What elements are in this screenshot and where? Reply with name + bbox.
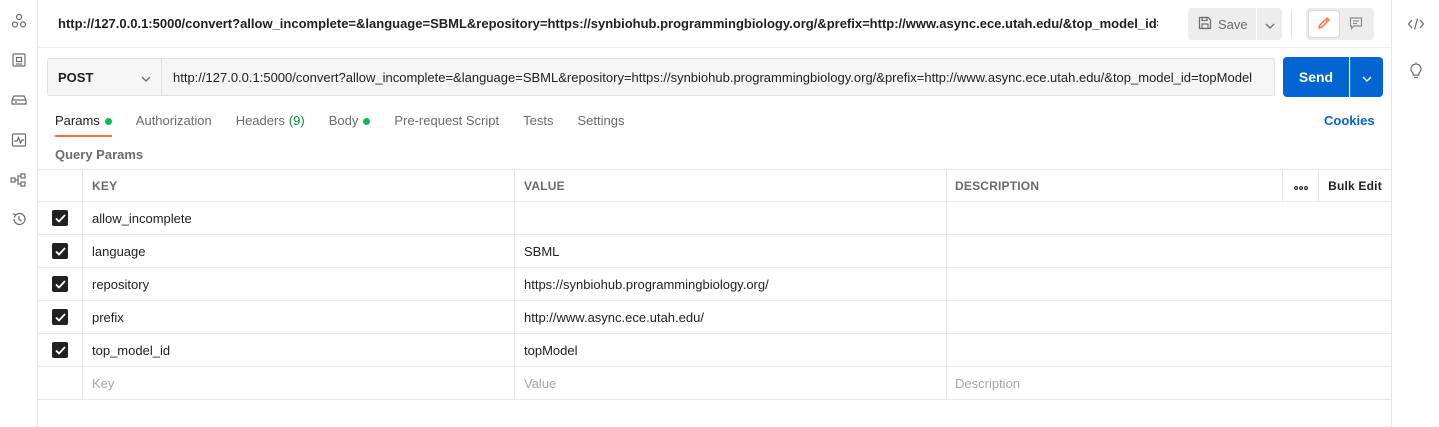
chevron-down-icon [1265,17,1275,32]
save-button[interactable]: Save [1188,8,1256,40]
column-key-header: KEY [83,170,515,201]
row-check-cell [38,367,83,399]
left-sidebar [0,0,38,427]
url-input[interactable]: http://127.0.0.1:5000/convert?allow_inco… [162,58,1275,96]
code-icon[interactable] [1406,14,1426,34]
table-row: top_model_id topModel [38,334,1391,367]
method-select[interactable]: POST [47,58,162,96]
param-value[interactable]: SBML [515,235,947,267]
param-description[interactable] [947,334,1391,366]
param-checkbox[interactable] [52,342,68,358]
column-value-header: VALUE [515,170,947,201]
table-row: language SBML [38,235,1391,268]
comment-icon [1349,16,1363,33]
column-description-header: DESCRIPTION [947,170,1283,201]
tab-authorization[interactable]: Authorization [136,110,212,136]
param-description[interactable] [947,268,1391,300]
tab-params[interactable]: Params [55,110,112,137]
new-param-row: Key Value Description [38,367,1391,400]
tab-settings[interactable]: Settings [577,110,624,136]
param-description[interactable] [947,202,1391,234]
environment-icon[interactable] [10,51,28,69]
param-key[interactable]: top_model_id [83,334,515,366]
param-key[interactable]: repository [83,268,515,300]
apis-icon[interactable] [10,12,28,30]
param-value[interactable]: https://synbiohub.programmingbiology.org… [515,268,947,300]
history-icon[interactable] [10,210,28,228]
table-header-row: KEY VALUE DESCRIPTION Bulk Edit [38,169,1391,202]
param-value[interactable] [515,202,947,234]
tab-label: Params [55,113,100,128]
param-checkbox[interactable] [52,243,68,259]
tab-tests[interactable]: Tests [523,110,553,136]
param-checkbox[interactable] [52,309,68,325]
query-params-title: Query Params [55,147,144,162]
tab-label: Body [328,113,359,128]
tab-label: Tests [523,113,554,128]
tab-label: Headers [235,113,285,128]
view-mode-toggle [1306,8,1374,40]
flows-icon[interactable] [10,171,28,189]
tab-pre-request-script[interactable]: Pre-request Script [394,110,499,136]
status-dot [104,118,112,125]
param-key[interactable]: language [83,235,515,267]
tab-headers[interactable]: Headers (9) [236,110,305,136]
pencil-icon [1317,16,1331,33]
method-label: POST [58,69,94,85]
request-tabs: Params Authorization Headers (9) Body Pr… [55,110,648,138]
save-icon [1198,16,1212,33]
send-button[interactable]: Send [1283,57,1349,97]
chevron-down-icon [1362,70,1372,85]
row-check-cell [38,202,83,234]
more-options-button[interactable] [1283,170,1319,201]
lightbulb-icon[interactable] [1406,61,1426,81]
row-check-cell [38,235,83,267]
bulk-edit-button[interactable]: Bulk Edit [1319,170,1391,201]
new-description-input[interactable]: Description [947,367,1391,399]
request-title[interactable]: http://127.0.0.1:5000/convert?allow_inco… [58,16,1158,31]
param-description[interactable] [947,235,1391,267]
new-value-input[interactable]: Value [515,367,947,399]
tab-label: Authorization [135,113,212,128]
param-checkbox[interactable] [52,276,68,292]
edit-mode-button[interactable] [1309,11,1339,37]
mock-server-icon[interactable] [10,91,28,109]
ellipsis-icon [1293,179,1308,193]
table-row: allow_incomplete [38,202,1391,235]
status-dot [363,118,371,125]
cookies-link[interactable]: Cookies [1324,113,1375,128]
tab-label: Settings [577,113,625,128]
chevron-down-icon [141,70,151,85]
query-params-table: KEY VALUE DESCRIPTION Bulk Edit allow_in… [38,169,1391,400]
row-check-cell [38,334,83,366]
param-key[interactable]: prefix [83,301,515,333]
save-label: Save [1218,16,1248,32]
request-header: http://127.0.0.1:5000/convert?allow_inco… [38,0,1391,48]
send-options-button[interactable] [1350,57,1383,97]
row-check-cell [38,301,83,333]
param-key[interactable]: allow_incomplete [83,202,515,234]
table-row: prefix http://www.async.ece.utah.edu/ [38,301,1391,334]
new-key-input[interactable]: Key [83,367,515,399]
header-divider [1291,10,1292,38]
param-value[interactable]: topModel [515,334,947,366]
table-row: repository https://synbiohub.programming… [38,268,1391,301]
tab-label: Pre-request Script [394,113,500,128]
header-check-cell [38,170,83,201]
comments-button[interactable] [1341,11,1371,37]
headers-count: (9) [288,113,305,128]
monitor-icon[interactable] [10,131,28,149]
param-value[interactable]: http://www.async.ece.utah.edu/ [515,301,947,333]
row-check-cell [38,268,83,300]
param-checkbox[interactable] [52,210,68,226]
param-description[interactable] [947,301,1391,333]
save-options-button[interactable] [1257,8,1282,40]
tab-body[interactable]: Body [329,110,371,136]
right-sidebar [1391,0,1439,427]
